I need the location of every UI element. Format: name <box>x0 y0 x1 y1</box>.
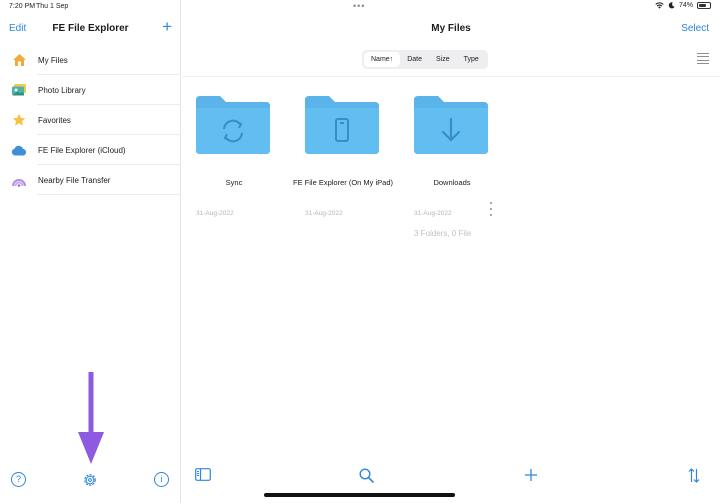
plus-icon <box>525 469 537 481</box>
sort-order-button[interactable] <box>688 468 700 488</box>
toggle-sidebar-button[interactable] <box>195 468 211 486</box>
home-icon <box>11 52 27 68</box>
page-title: My Files <box>431 23 471 34</box>
add-button[interactable] <box>524 468 538 487</box>
sidebar-item-photo-library[interactable]: Photo Library <box>0 75 181 105</box>
sidebar-item-nearby-transfer[interactable]: Nearby File Transfer <box>0 165 181 195</box>
sidebar-item-label: Favorites <box>38 115 71 125</box>
sidebar-footer: ? i <box>0 453 181 503</box>
folder-date: 31-Aug-2022 <box>196 210 234 217</box>
folder-icon <box>305 96 379 154</box>
search-button[interactable] <box>359 468 374 488</box>
more-options-button[interactable] <box>487 202 495 216</box>
folder-date: 31-Aug-2022 <box>305 210 343 217</box>
help-button[interactable]: ? <box>11 472 26 487</box>
sidebar-icon <box>195 468 211 481</box>
home-indicator[interactable] <box>264 493 455 497</box>
photo-library-icon <box>11 82 27 98</box>
list-view-icon[interactable] <box>697 53 709 64</box>
sidebar-header: Edit FE File Explorer + <box>0 14 181 44</box>
sidebar: Edit FE File Explorer + My Files Photo L… <box>0 0 181 503</box>
select-button[interactable]: Select <box>681 23 709 34</box>
search-icon <box>359 468 374 483</box>
header-divider <box>182 76 720 77</box>
add-location-button[interactable]: + <box>162 18 172 35</box>
settings-button[interactable] <box>82 472 98 493</box>
star-icon <box>11 112 27 128</box>
folder-name: Sync <box>225 178 243 187</box>
folder-icon <box>414 96 488 154</box>
info-button[interactable]: i <box>154 472 169 487</box>
folder-summary: 3 Folders, 0 File <box>414 229 472 238</box>
sort-type-button[interactable]: Type <box>457 52 486 67</box>
folder-icon <box>196 96 270 154</box>
sidebar-item-icloud[interactable]: FE File Explorer (iCloud) <box>0 135 181 165</box>
sidebar-item-label: Nearby File Transfer <box>38 175 111 185</box>
sidebar-item-label: My Files <box>38 55 68 65</box>
gear-icon <box>84 474 96 486</box>
folder-date: 31-Aug-2022 <box>414 210 452 217</box>
folder-name: FE File Explorer (On My iPad) <box>292 178 394 187</box>
sidebar-item-my-files[interactable]: My Files <box>0 45 181 75</box>
folder-name: Downloads <box>433 178 471 187</box>
wireless-icon <box>11 172 27 188</box>
main-panel: My Files Select Name↑ Date Size Type Syn… <box>182 0 720 503</box>
sidebar-list: My Files Photo Library Favorites FE File… <box>0 45 181 195</box>
sidebar-item-label: Photo Library <box>38 85 86 95</box>
sort-arrows-icon <box>688 468 700 483</box>
sort-segmented-control: Name↑ Date Size Type <box>362 50 488 69</box>
sort-date-button[interactable]: Date <box>400 52 429 67</box>
sort-size-button[interactable]: Size <box>429 52 457 67</box>
sidebar-item-label: FE File Explorer (iCloud) <box>38 145 126 155</box>
sort-name-button[interactable]: Name↑ <box>364 52 401 67</box>
sidebar-item-favorites[interactable]: Favorites <box>0 105 181 135</box>
cloud-icon <box>11 142 27 158</box>
sidebar-title: FE File Explorer <box>52 23 129 34</box>
